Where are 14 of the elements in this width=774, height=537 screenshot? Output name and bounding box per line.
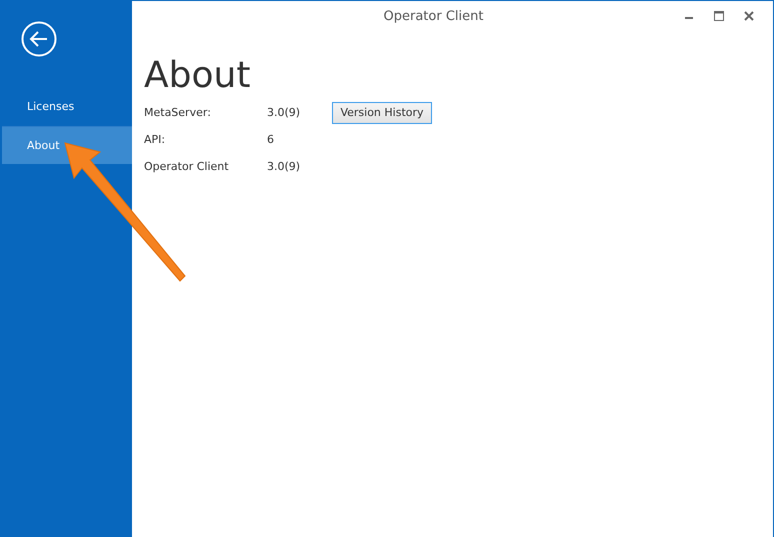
sidebar-item[interactable]: Licenses (0, 86, 132, 126)
version-history-button[interactable]: Version History (332, 102, 432, 124)
page-heading: About (144, 55, 252, 97)
field-value: 3.0(9) (267, 106, 302, 119)
back-icon[interactable] (21, 21, 57, 57)
close-icon (744, 11, 754, 21)
field-value: 6 (267, 133, 275, 146)
field-label: Operator Client (144, 160, 230, 173)
maximize-icon (714, 11, 724, 21)
field-label: API: (144, 133, 166, 146)
sidebar-item[interactable]: About (2, 126, 132, 164)
window-title: Operator Client (382, 8, 484, 24)
field-value: 3.0(9) (267, 160, 302, 173)
field-label: MetaServer: (144, 106, 212, 119)
